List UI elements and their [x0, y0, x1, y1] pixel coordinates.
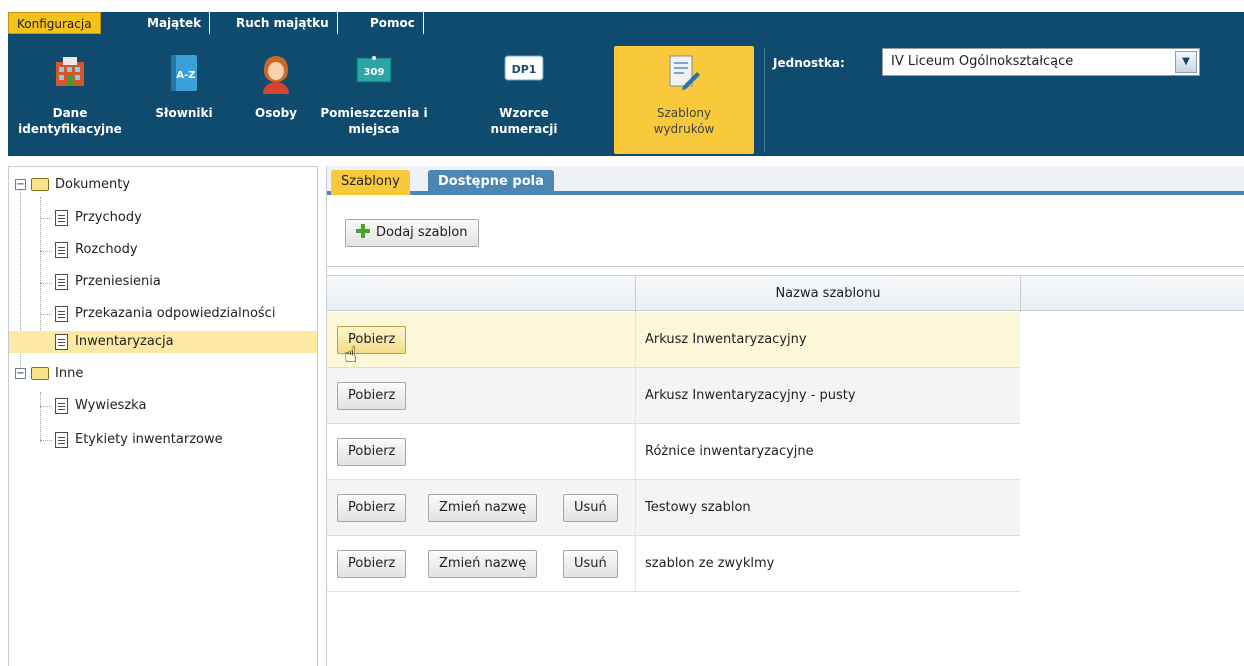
table-row: Pobierz Zmień nazwę Usuń szablon ze zwyk… [327, 536, 1020, 592]
tree-item-rozchody[interactable]: Rozchody [9, 239, 317, 261]
template-icon [667, 54, 701, 96]
room-number-icon: 309 [356, 54, 392, 88]
building-icon [53, 54, 87, 92]
dictionary-icon-text: A-Z [176, 70, 195, 81]
document-icon [55, 306, 68, 322]
ribbon-wzorce-numeracji-button[interactable]: DP1 Wzorce numeracji [484, 46, 564, 154]
document-icon [55, 432, 68, 448]
template-name: szablon ze zwyklmy [645, 556, 775, 571]
add-template-label: Dodaj szablon [376, 225, 468, 240]
template-name: Testowy szablon [645, 500, 751, 515]
rename-button[interactable]: Zmień nazwę [428, 550, 538, 578]
tree-item-label: Przekazania odpowiedzialności [75, 306, 276, 321]
document-icon [55, 274, 68, 290]
menu-tab-pomoc[interactable]: Pomoc [362, 12, 424, 34]
ribbon-label: Osoby [255, 106, 297, 120]
tree-item-label: Rozchody [75, 242, 138, 257]
room-number-icon-text: 309 [364, 67, 385, 78]
tree-group-dokumenty[interactable]: − Dokumenty [9, 174, 317, 196]
rename-button[interactable]: Zmień nazwę [428, 494, 538, 522]
menu-tab-ruch-majatku[interactable]: Ruch majątku [228, 12, 338, 34]
collapse-icon[interactable]: − [15, 368, 26, 379]
tab-dostepne-pola[interactable]: Dostępne pola [428, 170, 554, 195]
unit-label: Jednostka: [773, 56, 845, 70]
ribbon-dane-identyfikacyjne-button[interactable]: Dane identyfikacyjne [16, 46, 124, 154]
table-row: Pobierz Zmień nazwę Usuń Testowy szablon [327, 480, 1020, 536]
templates-panel: Szablony Dostępne pola Dodaj szablon Naz… [326, 166, 1244, 666]
ribbon-label: Słowniki [155, 106, 213, 120]
table-row: Pobierz Arkusz Inwentaryzacyjny - pusty [327, 368, 1020, 424]
document-icon [55, 398, 68, 414]
ribbon-separator [764, 48, 765, 152]
template-tree: − Dokumenty Przychody Rozchody Przeniesi… [8, 166, 318, 666]
download-button[interactable]: Pobierz [337, 438, 407, 466]
hand-cursor-icon: ☝ [344, 343, 358, 368]
tab-szablony[interactable]: Szablony [331, 170, 410, 195]
panel-tab-strip: Szablony Dostępne pola [327, 166, 1244, 195]
column-separator [635, 536, 636, 592]
ribbon-label: Wzorce numeracji [490, 106, 558, 136]
tree-item-wywieszka[interactable]: Wywieszka [9, 395, 317, 417]
document-icon [55, 242, 68, 258]
folder-icon [31, 178, 49, 191]
ribbon-pomieszczenia-button[interactable]: 309 Pomieszczenia i miejsca [310, 46, 438, 154]
delete-button[interactable]: Usuń [563, 550, 618, 578]
table-row: Pobierz ☝ Arkusz Inwentaryzacyjny [327, 312, 1020, 368]
tree-item-label: Przeniesienia [75, 274, 161, 289]
document-icon [55, 210, 68, 226]
panel-toolbar: Dodaj szablon [327, 199, 1244, 267]
ribbon-slowniki-button[interactable]: A-Z Słowniki [154, 46, 214, 154]
download-button[interactable]: Pobierz [337, 494, 407, 522]
column-separator [635, 424, 636, 480]
template-name: Arkusz Inwentaryzacyjny - pusty [645, 388, 856, 403]
tree-item-label: Przychody [75, 210, 142, 225]
numbering-icon: DP1 [504, 54, 544, 86]
delete-button[interactable]: Usuń [563, 494, 618, 522]
ribbon-osoby-button[interactable]: Osoby [244, 46, 308, 154]
ribbon-label: Pomieszczenia i miejsca [320, 106, 428, 136]
tree-item-przekazania[interactable]: Przekazania odpowiedzialności [9, 303, 317, 325]
collapse-icon[interactable]: − [15, 179, 26, 190]
plus-icon [356, 224, 370, 238]
folder-icon [31, 367, 49, 380]
tree-item-przychody[interactable]: Przychody [9, 207, 317, 229]
download-button[interactable]: Pobierz [337, 382, 407, 410]
tree-item-inwentaryzacja[interactable]: Inwentaryzacja [9, 331, 317, 353]
document-icon [55, 334, 68, 350]
column-header-nazwa-szablonu[interactable]: Nazwa szablonu [636, 276, 1020, 312]
tree-group-inne[interactable]: − Inne [9, 363, 317, 385]
tree-item-label: Etykiety inwentarzowe [75, 432, 223, 447]
template-name: Arkusz Inwentaryzacyjny [645, 332, 807, 347]
person-icon [259, 54, 293, 98]
column-separator [635, 312, 636, 368]
tree-group-label: Inne [55, 366, 84, 381]
numbering-icon-text: DP1 [512, 63, 537, 76]
table-row: Pobierz Różnice inwentaryzacyjne [327, 424, 1020, 480]
chevron-down-icon[interactable]: ▼ [1175, 51, 1197, 73]
tree-item-przeniesienia[interactable]: Przeniesienia [9, 271, 317, 293]
top-menu-bar: Konfiguracja Majątek Ruch majątku Pomoc [0, 0, 1244, 34]
tree-item-etykiety[interactable]: Etykiety inwentarzowe [9, 429, 317, 451]
ribbon-szablony-wydrukow-button[interactable]: Szablony wydruków [614, 46, 754, 154]
column-separator [635, 368, 636, 424]
menu-tab-majatek[interactable]: Majątek [139, 12, 211, 34]
ribbon-label: Szablony wydruków [653, 106, 715, 136]
download-button[interactable]: Pobierz [337, 550, 407, 578]
tree-group-label: Dokumenty [55, 177, 131, 192]
dictionary-icon: A-Z [169, 54, 199, 96]
unit-select[interactable]: IV Liceum Ogólnokształcące ▼ [882, 48, 1200, 76]
tree-item-label: Inwentaryzacja [75, 334, 174, 349]
ribbon-label: Dane identyfikacyjne [18, 106, 122, 136]
table-header: Nazwa szablonu [327, 275, 1244, 312]
template-name: Różnice inwentaryzacyjne [645, 444, 814, 459]
unit-select-value: IV Liceum Ogólnokształcące [891, 54, 1074, 69]
column-separator [635, 480, 636, 536]
tree-item-label: Wywieszka [75, 398, 147, 413]
add-template-button[interactable]: Dodaj szablon [345, 219, 479, 247]
menu-tab-konfiguracja[interactable]: Konfiguracja [8, 12, 101, 34]
column-separator [1020, 276, 1021, 312]
